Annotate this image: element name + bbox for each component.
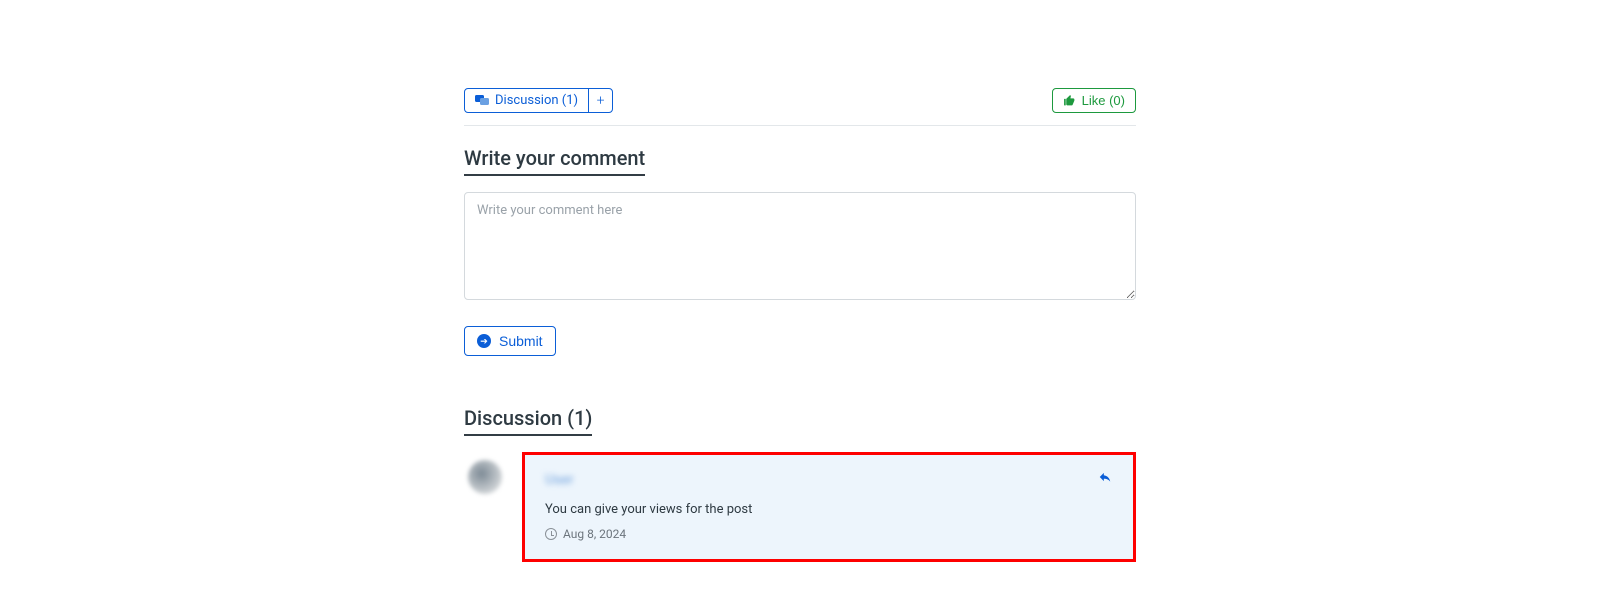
discussion-tab-label: Discussion (1) <box>495 93 578 108</box>
comment-form-heading: Write your comment <box>464 146 645 176</box>
submit-button[interactable]: ➔ Submit <box>464 326 556 356</box>
like-button[interactable]: Like (0) <box>1052 88 1136 113</box>
reply-button[interactable] <box>1097 469 1113 488</box>
discussion-section: Discussion (1) User You can give your vi… <box>464 386 1136 562</box>
submit-label: Submit <box>499 333 543 349</box>
comments-icon <box>475 95 489 107</box>
like-label: Like (0) <box>1082 93 1125 108</box>
discussion-container: Discussion (1) + Like (0) Write your com… <box>464 0 1136 562</box>
avatar <box>468 460 502 494</box>
add-tab-button[interactable]: + <box>588 89 612 112</box>
arrow-right-circle-icon: ➔ <box>477 334 491 348</box>
discussion-tab[interactable]: Discussion (1) <box>465 89 588 112</box>
discussion-post: User You can give your views for the pos… <box>464 452 1136 562</box>
post-date: Aug 8, 2024 <box>563 527 626 541</box>
post-body: You can give your views for the post <box>545 502 1113 517</box>
comment-textarea[interactable] <box>464 192 1136 300</box>
plus-icon: + <box>597 93 605 109</box>
reply-icon <box>1097 470 1113 484</box>
post-card: User You can give your views for the pos… <box>522 452 1136 562</box>
discussion-topbar: Discussion (1) + Like (0) <box>464 88 1136 126</box>
tab-group: Discussion (1) + <box>464 88 613 113</box>
thumbs-up-icon <box>1063 94 1076 107</box>
post-meta: Aug 8, 2024 <box>545 527 1113 541</box>
clock-icon <box>545 528 557 540</box>
post-author[interactable]: User <box>545 472 573 488</box>
discussion-heading: Discussion (1) <box>464 406 592 436</box>
